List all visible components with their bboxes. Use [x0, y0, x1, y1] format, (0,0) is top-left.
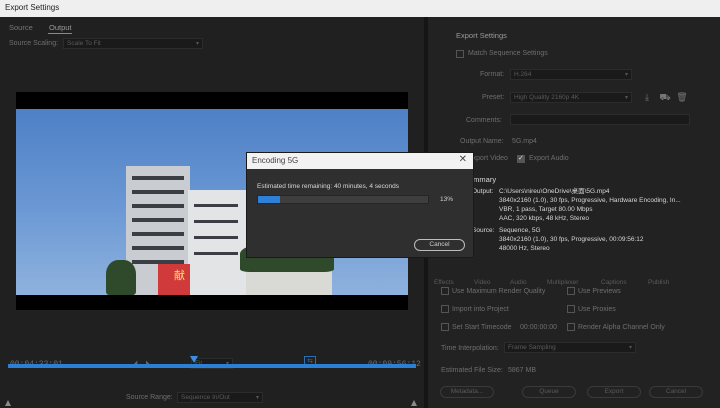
in-point-handle[interactable]: [5, 400, 11, 406]
use-previews-label: Use Previews: [578, 288, 621, 295]
encoding-progress-bar: [257, 195, 429, 204]
format-dropdown[interactable]: H.264 ▾: [510, 69, 632, 80]
chevron-down-icon: ▾: [624, 95, 628, 101]
match-sequence-checkbox[interactable]: [456, 50, 464, 58]
file-size-value: 5867 MB: [508, 367, 537, 374]
tab-source[interactable]: Source: [9, 23, 33, 32]
format-value: H.264: [514, 71, 532, 78]
chevron-down-icon: ▾: [624, 72, 628, 78]
set-start-timecode-checkbox[interactable]: [441, 323, 449, 331]
playhead[interactable]: [189, 356, 198, 363]
window-stripe: [132, 190, 184, 194]
time-interpolation-value: Frame Sampling: [508, 344, 556, 351]
time-interpolation-label: Time Interpolation:: [441, 345, 499, 352]
summary-output-key: Output:: [472, 188, 494, 195]
dialog-cancel-button[interactable]: Cancel: [414, 239, 465, 251]
max-render-checkbox[interactable]: [441, 287, 449, 295]
save-preset-icon[interactable]: ⤓: [641, 91, 653, 103]
source-scaling-value: Scale To Fit: [67, 40, 101, 47]
summary-output-details: C:\Users\nireu\OneDrive\桌面\5G.mp4 3840x2…: [499, 188, 681, 222]
title-bar: Export Settings: [0, 0, 720, 17]
queue-button[interactable]: Queue: [522, 386, 576, 398]
render-alpha-label: Render Alpha Channel Only: [578, 324, 665, 331]
use-previews-checkbox[interactable]: [567, 287, 575, 295]
chevron-down-icon: ▾: [255, 395, 259, 401]
time-remaining-text: Estimated time remaining: 40 minutes, 4 …: [257, 183, 399, 190]
export-settings-title: Export Settings: [456, 31, 507, 40]
import-preset-icon[interactable]: ⛟: [659, 91, 671, 103]
window-stripe: [194, 220, 238, 223]
window-stripe: [132, 204, 184, 208]
dialog-title: Encoding 5G: [252, 156, 299, 165]
source-scaling-label: Source Scaling:: [9, 40, 59, 47]
tab-output[interactable]: Output: [49, 23, 72, 32]
file-size-label: Estimated File Size:: [441, 367, 503, 374]
window-stripe: [132, 176, 184, 180]
window-title: Export Settings: [5, 3, 60, 12]
building-center: [188, 190, 246, 295]
tab-publish[interactable]: Publish: [648, 279, 669, 286]
window-stripe: [194, 204, 238, 207]
progress-percent: 13%: [440, 196, 454, 203]
source-range-value: Sequence In/Out: [181, 394, 230, 401]
tab-video[interactable]: Video: [474, 279, 491, 286]
output-name-link[interactable]: 5G.mp4: [512, 138, 537, 145]
metadata-button[interactable]: Metadata...: [440, 386, 494, 398]
out-point-handle[interactable]: [411, 400, 417, 406]
use-proxies-checkbox[interactable]: [567, 305, 575, 313]
window-stripe: [194, 236, 238, 239]
window-stripe: [194, 252, 238, 255]
time-interpolation-dropdown[interactable]: Frame Sampling ▾: [504, 342, 636, 353]
comments-input[interactable]: [510, 114, 690, 125]
delete-preset-icon[interactable]: 🗑: [676, 91, 688, 103]
progress-fill: [258, 196, 281, 203]
comments-label: Comments:: [466, 117, 502, 124]
encoding-dialog: Encoding 5G ✕ Estimated time remaining: …: [246, 152, 474, 258]
red-sign: 献: [158, 264, 190, 295]
source-range-label: Source Range:: [126, 394, 173, 401]
tree: [106, 260, 136, 295]
set-start-timecode-label: Set Start Timecode: [452, 324, 512, 331]
chevron-down-icon: ▾: [195, 41, 199, 47]
chevron-down-icon: ▾: [628, 345, 632, 351]
preset-label: Preset:: [482, 94, 505, 101]
source-range-dropdown[interactable]: Sequence In/Out ▾: [177, 392, 263, 403]
preset-value: High Quality 2160p 4K: [514, 94, 580, 101]
max-render-label: Use Maximum Render Quality: [452, 288, 546, 295]
window-stripe: [132, 232, 184, 236]
start-timecode-value[interactable]: 00:00:00:00: [520, 324, 557, 331]
import-project-checkbox[interactable]: [441, 305, 449, 313]
format-label: Format:: [480, 71, 505, 78]
dialog-header: Encoding 5G ✕: [247, 153, 473, 169]
tab-audio[interactable]: Audio: [510, 279, 527, 286]
active-tab-underline: [48, 33, 72, 34]
export-audio-checkbox[interactable]: [517, 154, 525, 163]
close-icon[interactable]: ✕: [459, 154, 467, 165]
export-button[interactable]: Export: [587, 386, 641, 398]
output-name-label: Output Name:: [460, 138, 504, 145]
render-alpha-checkbox[interactable]: [567, 323, 575, 331]
import-project-label: Import into Project: [452, 306, 509, 313]
window-stripe: [132, 246, 184, 250]
cancel-button[interactable]: Cancel: [649, 386, 703, 398]
tab-captions[interactable]: Captions: [601, 279, 627, 286]
sign-text: 献: [174, 270, 185, 282]
summary-source-key: Source:: [472, 227, 495, 234]
window-stripe: [132, 218, 184, 222]
preset-dropdown[interactable]: High Quality 2160p 4K ▾: [510, 92, 632, 103]
tab-effects[interactable]: Effects: [434, 279, 454, 286]
tab-multiplexer[interactable]: Multiplexer: [547, 279, 578, 286]
use-proxies-label: Use Proxies: [578, 306, 616, 313]
timeline-track[interactable]: [8, 364, 416, 368]
summary-source-details: Sequence, 5G 3840x2160 (1.0), 30 fps, Pr…: [499, 227, 644, 252]
export-audio-label: Export Audio: [529, 155, 569, 162]
source-scaling-dropdown[interactable]: Scale To Fit ▾: [63, 38, 203, 49]
match-sequence-label: Match Sequence Settings: [468, 50, 548, 57]
